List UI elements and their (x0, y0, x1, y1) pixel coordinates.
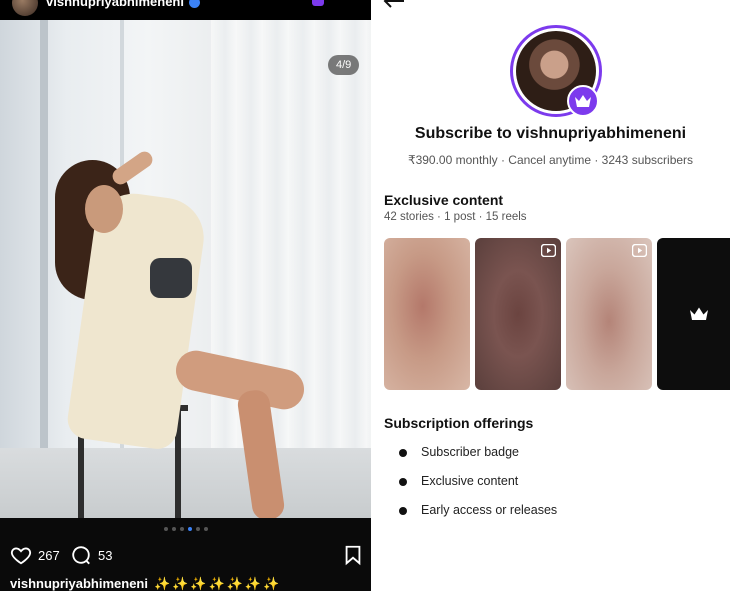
exclusive-content-meta: 42 stories · 1 post · 15 reels (384, 211, 527, 223)
carousel-dot (203, 527, 208, 531)
verified-badge-icon (188, 0, 200, 9)
bullet-icon (399, 507, 407, 515)
offering-item: Subscriber badge (399, 445, 557, 474)
subscribe-meta: ₹390.00 monthly · Cancel anytime · 3243 … (407, 153, 694, 167)
subscribe-title: Subscribe to vishnupriyabhimeneni (414, 125, 687, 142)
carousel-dot (163, 527, 168, 531)
play-icon (541, 244, 556, 257)
carousel-dot (195, 527, 200, 531)
carousel-counter: 4/9 (328, 55, 360, 75)
subscriber-crown-badge (567, 85, 599, 117)
subscription-offerings-list: Subscriber badge Exclusive content Early… (399, 445, 557, 532)
crown-icon (575, 95, 591, 107)
bullet-icon (399, 449, 407, 457)
exclusive-thumbnail[interactable] (384, 238, 470, 390)
curtain (211, 20, 371, 518)
exclusive-thumbnails (384, 238, 730, 390)
post-author-username[interactable]: vishnupriyabhimeneni (46, 0, 184, 9)
heart-icon (10, 547, 32, 565)
offering-label: Early access or releases (421, 503, 558, 517)
post-caption: vishnupriyabhimeneni ✨✨✨✨✨✨✨ (10, 576, 281, 591)
comment-button[interactable]: 53 (70, 544, 112, 566)
comment-count: 53 (98, 547, 113, 563)
bookmark-icon (345, 545, 361, 566)
offering-label: Subscriber badge (421, 445, 519, 459)
like-button[interactable]: 267 (10, 544, 60, 566)
save-button[interactable] (342, 544, 364, 566)
figure-face (85, 185, 123, 233)
carousel-dot-active (187, 527, 192, 531)
offering-item: Exclusive content (399, 474, 557, 503)
figure-arm (109, 148, 156, 188)
exclusive-content-heading: Exclusive content (384, 192, 504, 208)
subscription-offerings-heading: Subscription offerings (384, 415, 534, 431)
post-photo[interactable]: 4/9 (0, 20, 371, 518)
subscribe-panel: Subscribe to vishnupriyabhimeneni ₹390.0… (371, 0, 730, 591)
offering-item: Early access or releases (399, 503, 557, 532)
post-actions: 267 53 (10, 544, 362, 568)
play-icon (632, 244, 647, 257)
caption-username[interactable]: vishnupriyabhimeneni (10, 576, 148, 591)
crown-icon (690, 307, 708, 320)
carousel-dot (171, 527, 176, 531)
floor (0, 448, 371, 518)
window-frame (40, 20, 48, 518)
exclusive-thumbnail-reel[interactable] (566, 238, 652, 390)
post-panel: vishnupriyabhimeneni 4/9 267 53 vishnupr… (0, 0, 371, 591)
comment-icon (72, 546, 90, 565)
bullet-icon (399, 478, 407, 486)
subscribe-icon[interactable] (312, 0, 324, 6)
exclusive-thumbnail-locked[interactable] (657, 238, 730, 390)
like-count: 267 (38, 547, 60, 563)
carousel-dot (179, 527, 184, 531)
back-arrow-icon[interactable] (383, 0, 405, 8)
carousel-dots (0, 527, 371, 531)
offering-label: Exclusive content (421, 474, 519, 488)
exclusive-thumbnail-reel[interactable] (475, 238, 561, 390)
post-header: vishnupriyabhimeneni (0, 0, 371, 20)
post-author-name[interactable]: vishnupriyabhimeneni (46, 0, 200, 9)
post-author-avatar[interactable] (12, 0, 38, 16)
caption-text: ✨✨✨✨✨✨✨ (153, 576, 282, 591)
figure-top (150, 258, 192, 298)
